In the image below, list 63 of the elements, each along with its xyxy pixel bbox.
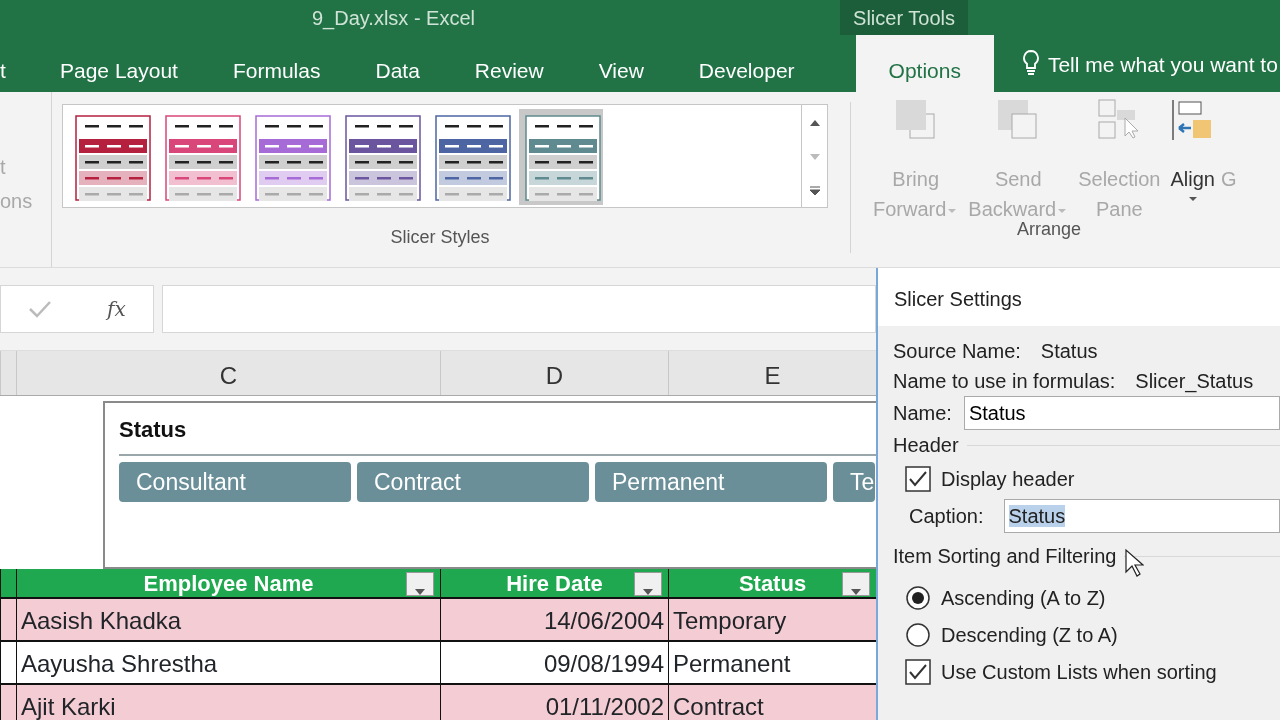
slicer-item[interactable]: Permanent [595,462,827,502]
field-label: Caption: [909,504,984,529]
column-header[interactable]: D [440,351,668,395]
slicer-header: Status [119,416,188,444]
field-label: Source Name: [893,339,1021,364]
ribbon-tab[interactable]: Review [474,35,544,92]
formula-input[interactable] [162,285,876,333]
table-cell: Aasish Khadka [16,599,440,640]
option-label: Use Custom Lists when sorting [941,659,1217,685]
field-label: Name: [893,401,952,426]
layers-icon [893,98,938,142]
column-header[interactable]: C [16,351,440,395]
cursor-icon [1124,548,1144,578]
option-label: Descending (Z to A) [941,622,1118,648]
filter-dropdown[interactable] [634,572,662,596]
group-label: Slicer Styles [389,226,491,249]
section-label: Header [893,433,959,458]
filter-dropdown[interactable] [842,572,870,596]
field-label: Name to use in formulas: [893,369,1116,394]
ribbon-tab[interactable]: Options [855,35,994,92]
checkbox[interactable] [905,658,931,685]
table-cell: 14/06/2004 [440,599,668,640]
down-arrow-icon [808,151,821,162]
section-label: Item Sorting and Filtering [893,544,1117,569]
slicer-panel[interactable]: Status Consultant Contract Permanent Te [103,401,876,569]
table-cell: Aayusha Shrestha [16,642,440,683]
radio-button[interactable] [905,621,931,648]
slicer-style-swatch[interactable] [519,109,603,205]
caption-field[interactable]: Status [1003,499,1280,533]
table-cell: Ajit Karki [16,685,440,720]
slicer-item[interactable]: Te [833,462,875,502]
expand-icon [808,185,821,196]
table-cell: 09/08/1994 [440,642,668,683]
lightbulb-icon [1021,49,1040,77]
name-field[interactable]: Status [963,396,1280,430]
table-cell: 01/11/2002 [440,685,668,720]
ribbon-tab[interactable]: Formulas [232,35,321,92]
option-label: Display header [941,466,1075,492]
ribbon-tab[interactable]: t [0,35,10,92]
button-label: t [0,155,7,180]
column-heading: Employee Name [143,569,314,598]
radio-button[interactable] [905,584,931,611]
slicer-item[interactable]: Contract [357,462,589,502]
field-value: Slicer_Status [1135,369,1254,395]
ribbon-tab[interactable]: Page Layout [60,35,178,92]
search-field[interactable]: Tell me what you want to [1047,49,1278,92]
window-title: 9_Day.xlsx - Excel [312,6,475,32]
field-value: Status [1040,339,1098,364]
function-button[interactable]: fx [107,294,126,324]
filter-dropdown[interactable] [406,572,434,596]
ribbon-tab[interactable]: View [598,35,644,92]
ribbon-tab[interactable]: Developer [698,35,795,92]
column-heading: Status [738,569,807,598]
button-label: ons [0,189,34,214]
slicer-item[interactable]: Consultant [119,462,351,502]
ribbon-tab[interactable]: Data [375,35,420,92]
option-label: Ascending (A to Z) [941,585,1106,611]
dialog-title: Slicer Settings [878,268,1280,326]
checkmark-icon[interactable] [28,299,53,319]
column-heading: Hire Date [506,569,603,598]
arrange-button[interactable]: Align [1166,98,1219,224]
context-tab-group: Slicer Tools [840,0,968,35]
checkbox[interactable] [905,465,931,492]
